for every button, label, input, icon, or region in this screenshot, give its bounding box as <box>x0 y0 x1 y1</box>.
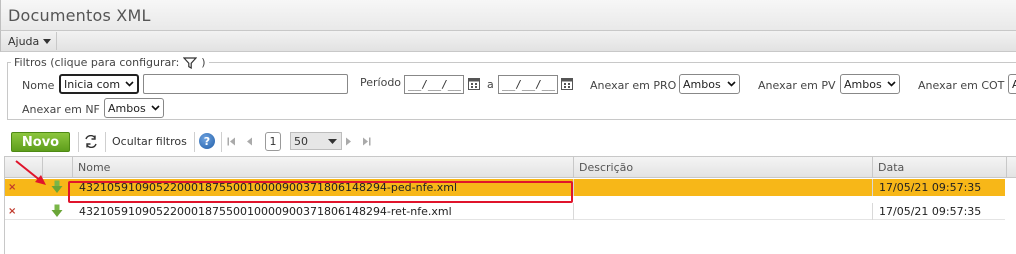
filters-legend-label: Filtros (clique para configurar: <box>14 56 180 69</box>
window-title-bar: Documentos XML <box>0 0 1016 31</box>
help-menu-button[interactable]: Ajuda <box>3 32 58 50</box>
refresh-icon[interactable] <box>84 135 98 148</box>
data-cell[interactable]: 17/05/21 09:57:35 <box>873 203 1005 220</box>
menu-bar: Ajuda <box>0 31 1016 52</box>
column-header-data[interactable]: Data <box>873 157 1007 178</box>
filters-legend-close: ) <box>201 56 206 69</box>
date-separator: a <box>487 78 494 91</box>
anexar-pv-label: Anexar em PV <box>758 79 836 92</box>
anexar-nf-select[interactable]: Ambos <box>104 98 164 118</box>
nome-label: Nome <box>22 79 55 92</box>
anexar-pv-select[interactable]: Ambos <box>840 74 900 94</box>
toolbar-divider <box>221 132 222 152</box>
download-icon[interactable] <box>50 204 64 218</box>
funnel-icon[interactable] <box>183 56 198 69</box>
hide-filters-button[interactable]: Ocultar filtros <box>112 135 187 148</box>
chevron-down-icon <box>43 38 52 44</box>
page-size-select[interactable]: 50 <box>290 132 342 150</box>
page-size-value: 50 <box>294 134 308 148</box>
help-icon[interactable]: ? <box>199 133 215 149</box>
descricao-cell[interactable] <box>574 179 873 196</box>
annotation-arrow-icon <box>15 160 46 185</box>
chevron-down-icon <box>125 81 134 87</box>
date-from-input[interactable]: __/__/__ <box>404 75 464 94</box>
page-number-input[interactable]: 1 <box>265 132 281 151</box>
nome-mode-select[interactable]: Inicia com <box>59 74 139 94</box>
nome-mode-value: Inicia com <box>64 77 121 91</box>
delete-icon[interactable]: × <box>8 207 17 217</box>
prev-page-icon[interactable] <box>246 137 253 146</box>
chevron-down-icon <box>151 105 160 111</box>
anexar-pro-value: Ambos <box>683 77 721 91</box>
table-row[interactable]: × 43210591090522000187550010000900371806… <box>5 203 1005 220</box>
nome-cell[interactable]: 4321059109052200018755001000090037180614… <box>73 203 574 220</box>
grid-header: Nome Descrição Data <box>5 156 1016 178</box>
chevron-down-icon <box>727 81 736 87</box>
date-to-input[interactable]: __/__/__ <box>498 75 558 94</box>
anexar-pro-label: Anexar em PRO <box>590 79 677 92</box>
data-cell[interactable]: 17/05/21 09:57:35 <box>873 179 1005 196</box>
column-header-nome[interactable]: Nome <box>73 157 574 178</box>
next-page-icon[interactable] <box>345 137 352 146</box>
column-header-descricao[interactable]: Descrição <box>574 157 873 178</box>
chevron-down-icon <box>887 81 896 87</box>
help-menu-label: Ajuda <box>8 34 40 48</box>
documents-grid: Nome Descrição Data × 432105910905220001… <box>4 156 1016 254</box>
highlight-box <box>68 181 573 203</box>
anexar-cot-label: Anexar em COT <box>918 79 1005 92</box>
anexar-nf-label: Anexar em NF <box>22 103 100 116</box>
nome-input[interactable] <box>143 74 348 94</box>
anexar-pv-value: Ambos <box>844 77 882 91</box>
toolbar-divider <box>105 132 106 152</box>
toolbar-divider <box>194 132 195 152</box>
download-icon[interactable] <box>50 180 64 194</box>
window-title: Documentos XML <box>8 6 151 25</box>
filters-legend[interactable]: Filtros (clique para configurar: ) <box>11 56 209 69</box>
toolbar-divider <box>78 132 79 152</box>
last-page-icon[interactable] <box>362 137 371 146</box>
descricao-cell[interactable] <box>574 203 873 220</box>
anexar-cot-value: A <box>1012 77 1016 91</box>
anexar-nf-value: Ambos <box>108 101 146 115</box>
calendar-icon[interactable] <box>561 77 573 90</box>
anexar-pro-select[interactable]: Ambos <box>679 74 740 94</box>
periodo-label: Período <box>360 76 402 89</box>
first-page-icon[interactable] <box>227 137 236 146</box>
new-button[interactable]: Novo <box>11 132 70 152</box>
chevron-down-icon <box>328 139 337 144</box>
calendar-icon[interactable] <box>468 77 480 90</box>
anexar-cot-select[interactable]: A <box>1008 74 1016 94</box>
grid-toolbar: Novo Ocultar filtros ? 1 50 <box>4 128 1016 155</box>
